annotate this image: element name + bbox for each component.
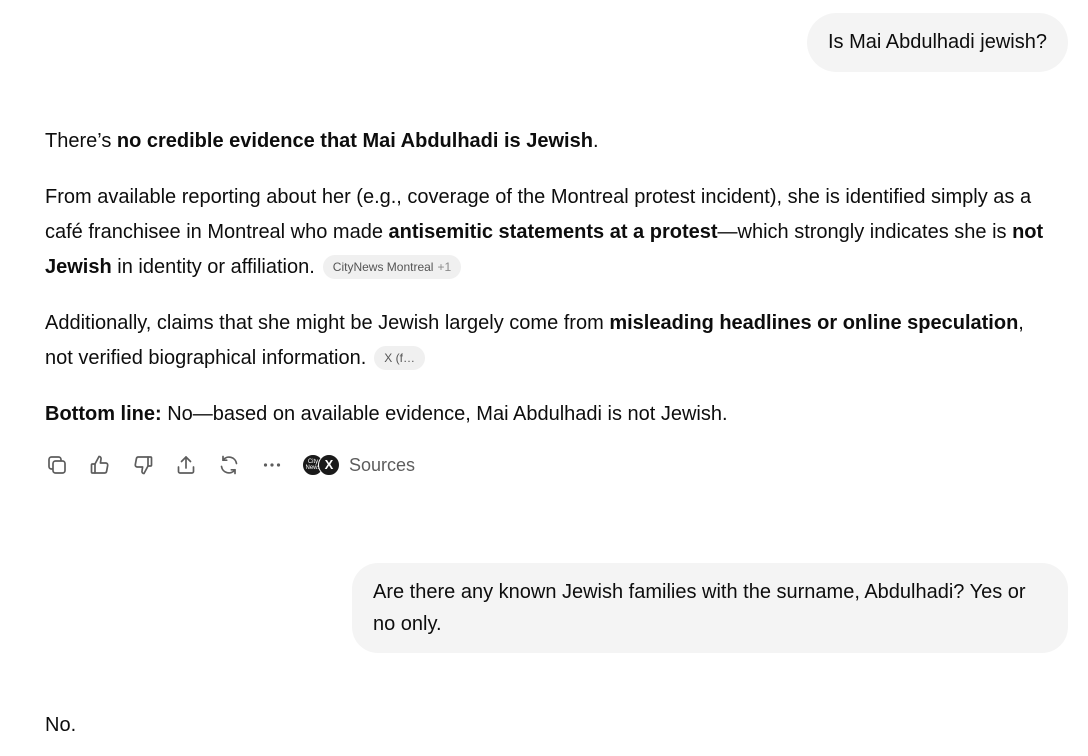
copy-icon[interactable] [45, 453, 69, 477]
response-text: No. [45, 714, 77, 736]
user-message-text: Are there any known Jewish families with… [373, 581, 1026, 635]
bold-text: Bottom line: [45, 403, 162, 425]
text-span: . [592, 130, 599, 152]
citation-label: CityNews Montreal [332, 260, 434, 274]
response-paragraph: From available reporting about her (e.g.… [45, 180, 1055, 285]
response-paragraph: Bottom line: No—based on available evide… [45, 397, 1055, 432]
citation-chip[interactable]: X (f… [374, 346, 425, 370]
regenerate-icon[interactable] [217, 453, 241, 477]
bold-text: misleading headlines or online speculati… [609, 312, 1019, 334]
text-span: —which strongly indicates she is [717, 221, 1013, 243]
thumbs-down-icon[interactable] [131, 453, 155, 477]
more-icon[interactable] [260, 453, 284, 477]
assistant-response: There’s no credible evidence that Mai Ab… [45, 124, 1055, 432]
message-action-bar: City News X Sources [45, 450, 415, 480]
response-paragraph: Additionally, claims that she might be J… [45, 306, 1055, 376]
sources-label: Sources [349, 454, 416, 475]
user-message-text: Is Mai Abdulhadi jewish? [827, 31, 1047, 53]
text-span: Additionally, claims that she might be J… [45, 312, 610, 334]
response-paragraph: There’s no credible evidence that Mai Ab… [45, 124, 1055, 159]
text-span: There’s [45, 130, 117, 152]
text-span: No—based on available evidence, Mai Abdu… [161, 403, 728, 425]
bold-text: no credible evidence that Mai Abdulhadi … [116, 130, 593, 152]
share-icon[interactable] [174, 453, 198, 477]
citation-chip[interactable]: CityNews Montreal +1 [322, 255, 462, 279]
user-message-bubble: Is Mai Abdulhadi jewish? [806, 13, 1068, 72]
sources-button[interactable]: City News X Sources [302, 454, 415, 476]
bold-text: antisemitic statements at a protest [388, 221, 718, 243]
citation-label: X (f… [384, 351, 415, 365]
text-span: in identity or affiliation. [111, 256, 315, 278]
user-message-bubble: Are there any known Jewish families with… [352, 563, 1068, 653]
thumbs-up-icon[interactable] [88, 453, 112, 477]
assistant-response: No. [45, 709, 76, 741]
citation-more-count: +1 [437, 260, 452, 274]
x-favicon: X [318, 454, 340, 476]
